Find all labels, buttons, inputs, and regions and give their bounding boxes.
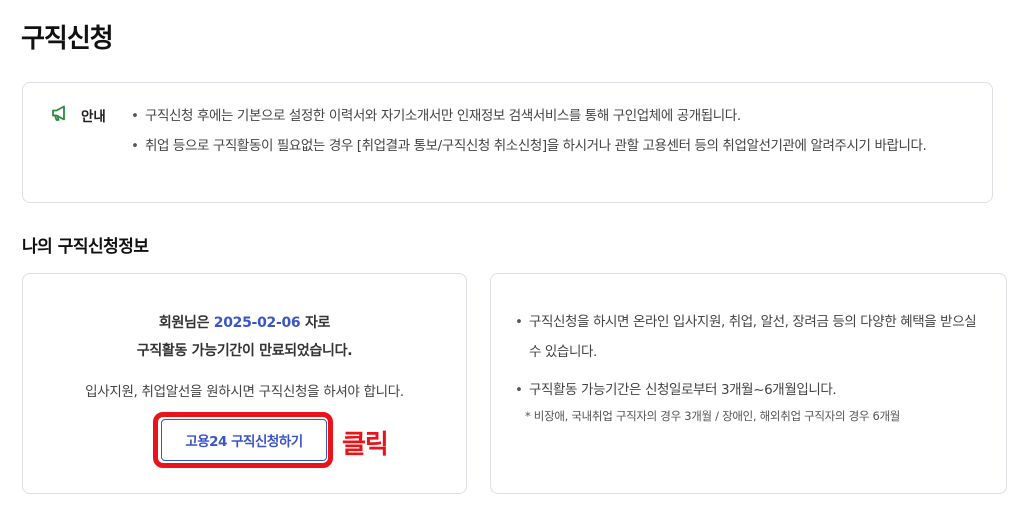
benefit-item: 구직활동 가능기간은 신청일로부터 3개월~6개월입니다. (515, 375, 982, 405)
section-title: 나의 구직신청정보 (22, 237, 149, 257)
status-member-line: 회원님은 2025-02-06 자로 (23, 312, 466, 332)
application-status-card: 회원님은 2025-02-06 자로 구직활동 가능기간이 만료되었습니다. 입… (22, 273, 467, 494)
notice-box: 안내 구직신청 후에는 기본으로 설정한 이력서와 자기소개서만 인재정보 검색… (22, 82, 993, 203)
click-annotation: 클릭 (342, 430, 389, 460)
notice-item: 취업 등으로 구직활동이 필요없는 경우 [취업결과 통보/구직신청 취소신청]… (131, 131, 972, 161)
benefits-info-card: 구직신청을 하시면 온라인 입사지원, 취업, 알선, 장려금 등의 다양한 혜… (490, 273, 1007, 494)
period-note: * 비장애, 국내취업 구직자의 경우 3개월 / 장애인, 해외취업 구직자의… (525, 409, 901, 423)
benefit-item: 구직신청을 하시면 온라인 입사지원, 취업, 알선, 장려금 등의 다양한 혜… (515, 307, 982, 367)
page-title: 구직신청 (21, 24, 114, 54)
status-prefix: 회원님은 (158, 315, 210, 331)
apply-job-seeking-button[interactable]: 고용24 구직신청하기 (161, 419, 327, 461)
status-suffix: 자로 (304, 315, 331, 331)
notice-list: 구직신청 후에는 기본으로 설정한 이력서와 자기소개서만 인재정보 검색서비스… (131, 101, 972, 161)
benefits-list: 구직신청을 하시면 온라인 입사지원, 취업, 알선, 장려금 등의 다양한 혜… (515, 307, 982, 405)
status-date: 2025-02-06 (213, 315, 301, 331)
notice-header: 안내 (50, 103, 106, 127)
notice-item: 구직신청 후에는 기본으로 설정한 이력서와 자기소개서만 인재정보 검색서비스… (131, 101, 972, 131)
status-expired-message: 구직활동 가능기간이 만료되었습니다. (136, 343, 353, 359)
notice-label: 안내 (81, 109, 106, 125)
status-guide-text: 입사지원, 취업알선을 원하시면 구직신청을 하셔야 합니다. (85, 384, 404, 400)
megaphone-icon (50, 103, 70, 127)
